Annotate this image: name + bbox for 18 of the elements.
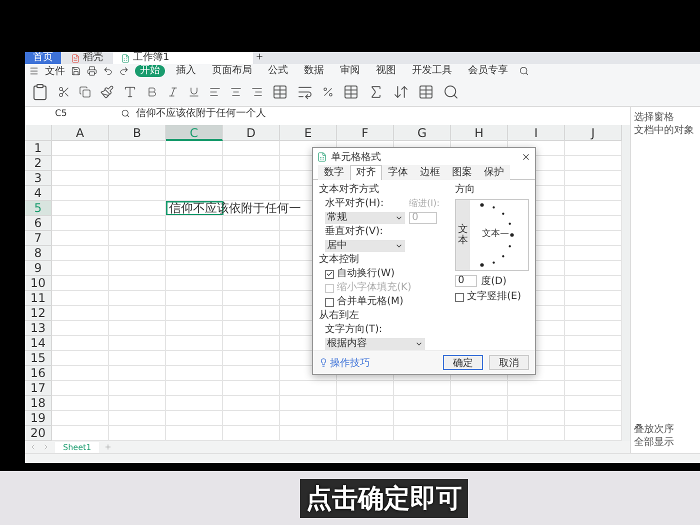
group-heading: 文本控制 [319,254,360,266]
checkbox-label: 自动换行(W) [337,268,395,280]
checkbox-label: 合并单元格(M) [337,296,404,308]
dialog-title: 单元格格式 [331,150,381,164]
video-subtitle: 点击确定即可 [300,478,468,518]
pane-title: 选择窗格 [634,111,675,124]
vertical-text: 文本 [458,224,468,246]
group-heading: 从右到左 [319,310,360,322]
field-label: 文字方向(T): [324,324,384,336]
group-heading: 方向 [455,184,476,196]
field-label: 垂直对齐(V): [324,226,384,238]
checkbox-label: 缩小字体填充(K) [337,282,412,294]
dial-text: 文本— [482,229,509,240]
pane-subtitle: 文档中的对象 [634,124,695,137]
group-heading: 文本对齐方式 [319,184,380,196]
degrees-label: 度(D) [481,274,507,288]
field-label: 缩进(I): [409,198,440,210]
checkbox-label: 文字竖排(E) [467,291,522,303]
